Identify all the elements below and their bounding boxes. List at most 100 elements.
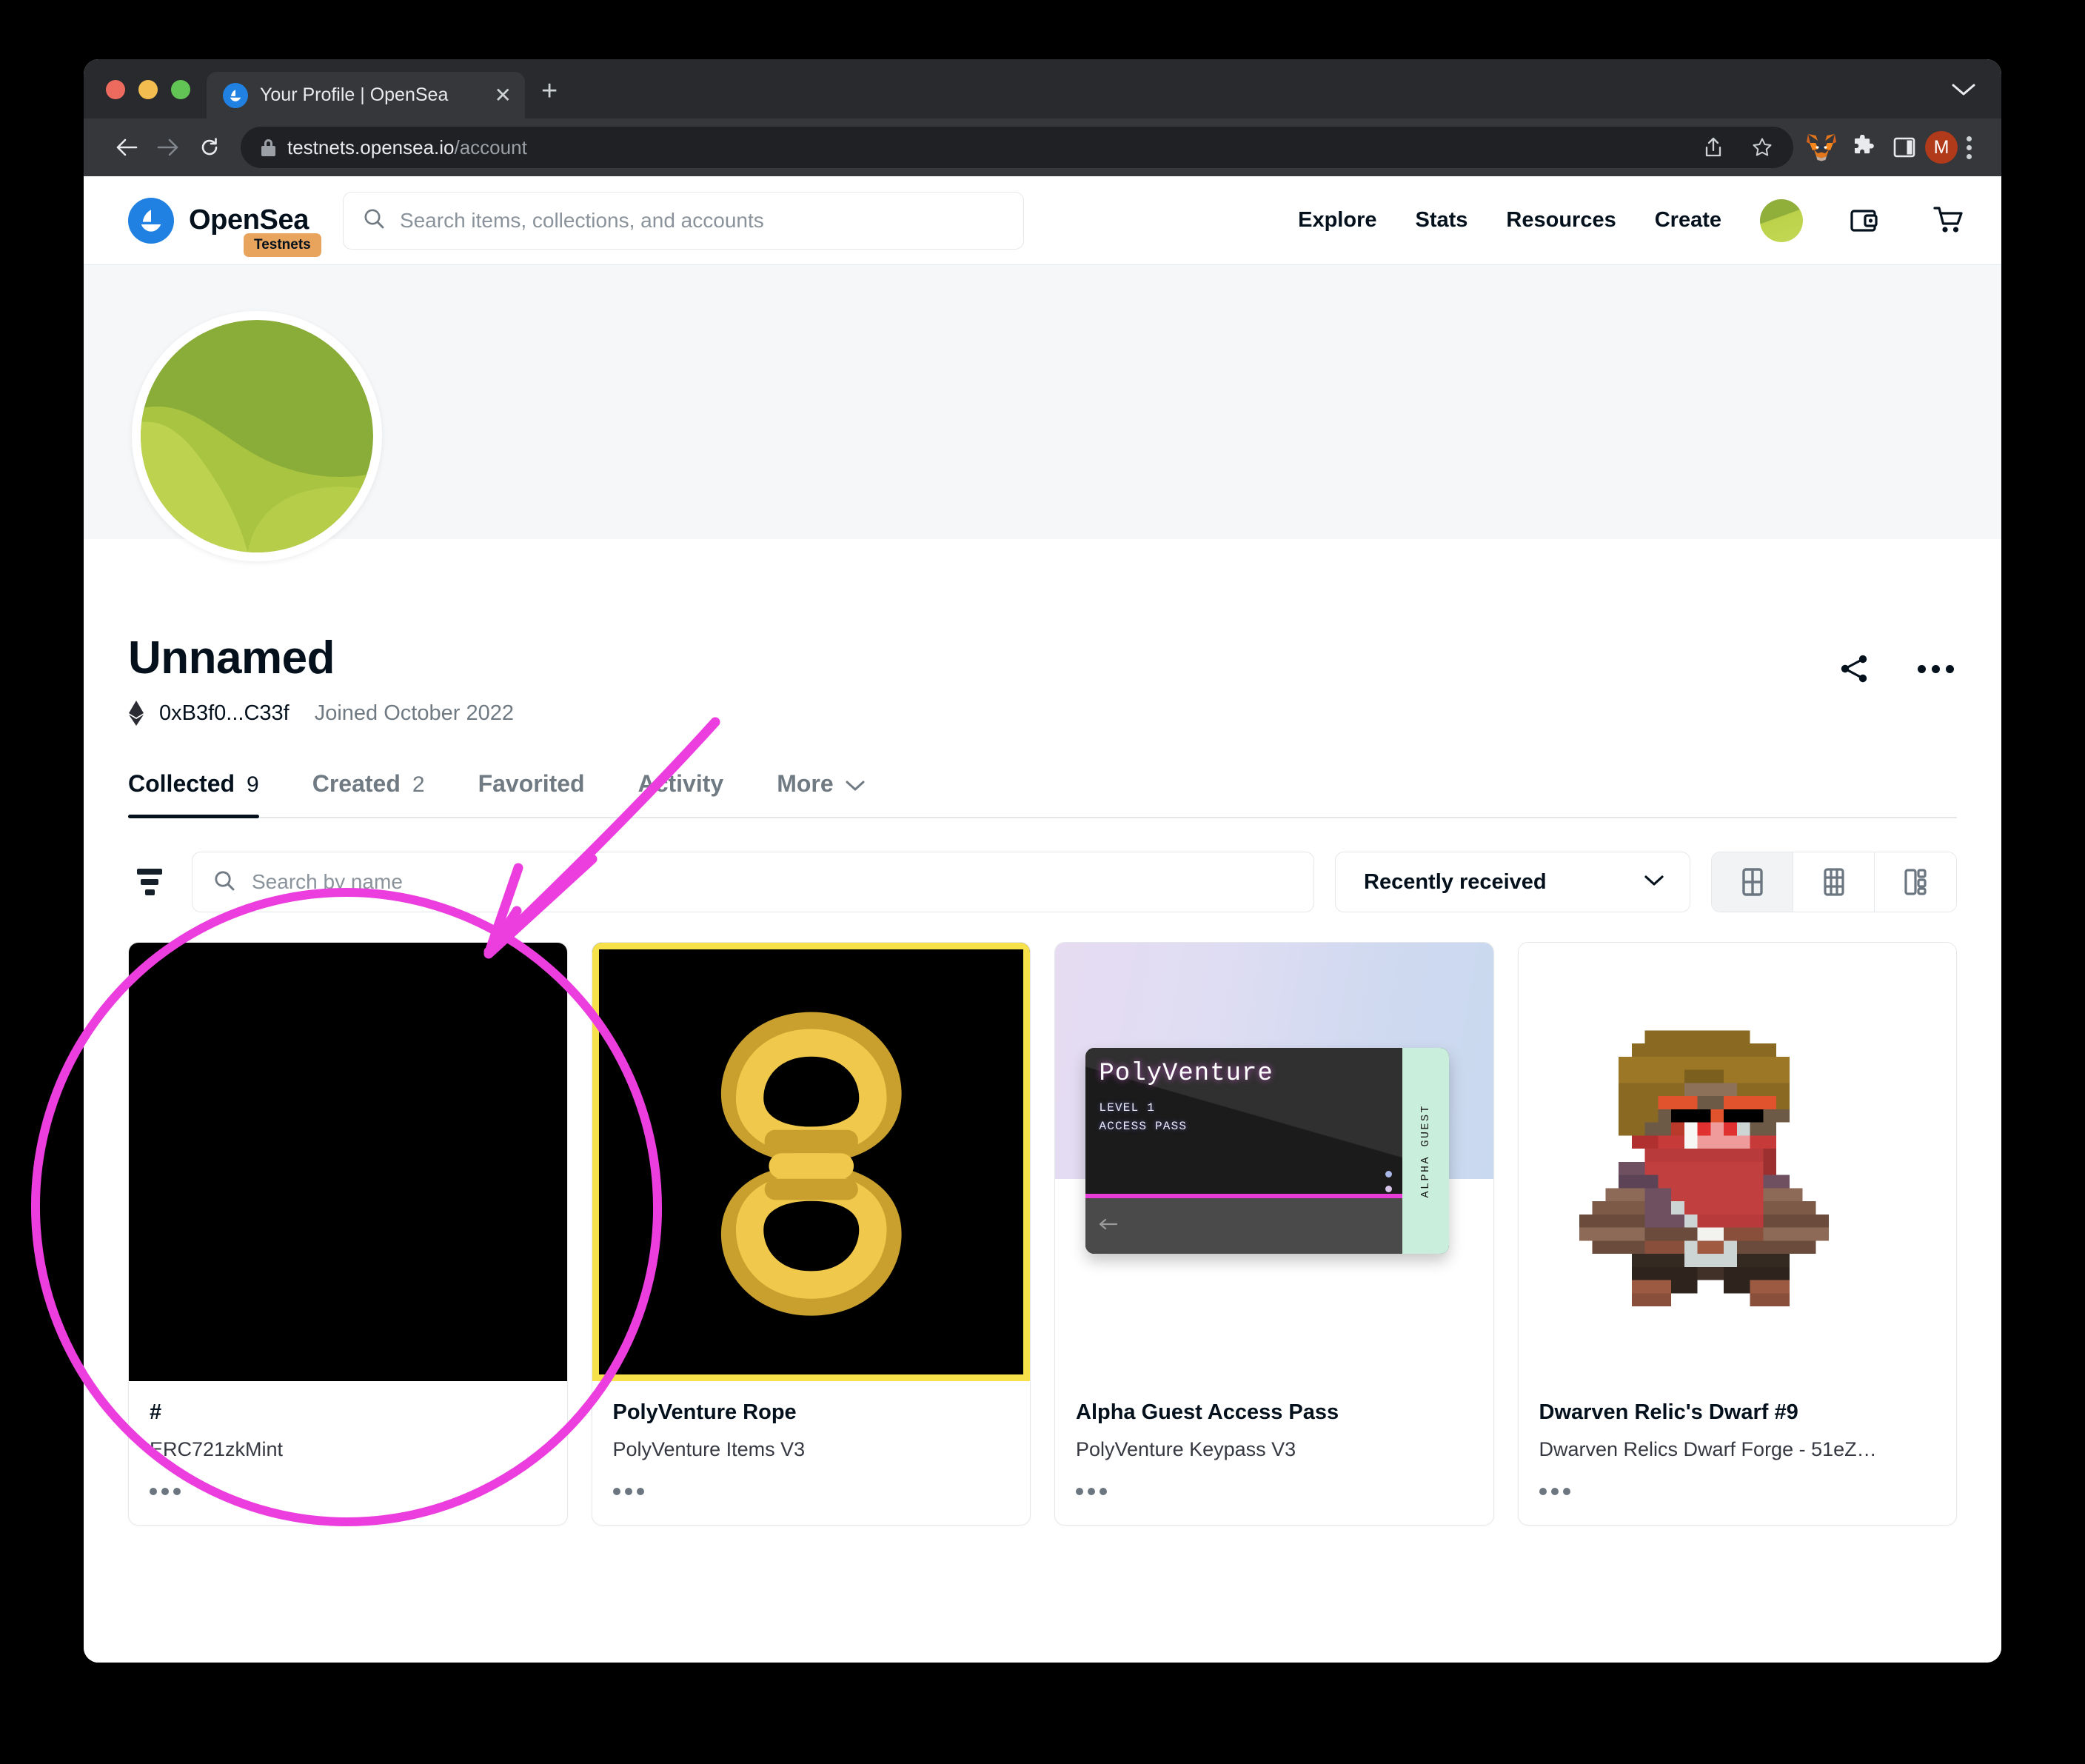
tabstrip-right (1951, 79, 2001, 118)
close-window-button[interactable] (106, 80, 125, 99)
items-search-input[interactable] (252, 870, 1293, 894)
close-icon[interactable]: ✕ (495, 85, 512, 106)
nav-link-stats[interactable]: Stats (1415, 208, 1467, 233)
tab-more[interactable]: More (777, 770, 864, 817)
sort-dropdown[interactable]: Recently received (1335, 852, 1690, 912)
nav-link-explore[interactable]: Explore (1298, 208, 1376, 233)
profile-meta: 0xB3f0...C33f Joined October 2022 (128, 701, 1957, 726)
url-path: /account (455, 136, 527, 158)
items-toolbar: Recently received (128, 852, 1957, 912)
wallet-address[interactable]: 0xB3f0...C33f (159, 701, 290, 726)
nft-media-access-pass: PolyVenture LEVEL 1 ACCESS PASS (1055, 943, 1493, 1381)
opensea-boat-icon (223, 83, 248, 108)
site-nav: Explore Stats Resources Create (1298, 198, 1972, 244)
card-more-icon[interactable] (1076, 1488, 1473, 1495)
profile-avatar-icon[interactable] (132, 311, 382, 561)
grid-2x2-icon[interactable] (1712, 852, 1793, 912)
arrow-left-icon (1099, 1218, 1118, 1234)
tab-activity-label: Activity (638, 770, 724, 798)
address-bar[interactable]: testnets.opensea.io/account (241, 127, 1793, 168)
rope-artwork (599, 949, 1024, 1374)
browser-tab[interactable]: Your Profile | OpenSea ✕ (207, 72, 525, 118)
nav-link-create[interactable]: Create (1655, 208, 1721, 233)
nav-link-resources[interactable]: Resources (1506, 208, 1616, 233)
maximize-window-button[interactable] (171, 80, 190, 99)
omnibox-actions (1694, 128, 1781, 167)
new-tab-button[interactable]: + (541, 77, 558, 105)
ethereum-icon (128, 701, 144, 726)
metamask-fox-icon[interactable] (1801, 127, 1842, 168)
puzzle-piece-icon[interactable] (1842, 127, 1884, 168)
lock-icon (261, 139, 275, 156)
pass-body: PolyVenture LEVEL 1 ACCESS PASS (1085, 1048, 1402, 1194)
pass-side-label: ALPHA GUEST (1402, 1048, 1450, 1254)
chevron-down-icon[interactable] (1951, 79, 1976, 101)
opensea-boat-icon (128, 198, 174, 244)
arrow-right-icon[interactable] (147, 127, 189, 168)
tab-more-label: More (777, 770, 833, 798)
card-more-icon[interactable] (150, 1488, 546, 1495)
testnets-badge: Testnets (244, 233, 321, 257)
account-avatar-icon[interactable] (1760, 199, 1803, 242)
profile-info: Unnamed 0xB3f0...C33f Joined October 202… (84, 539, 2001, 726)
dwarf-pixel-art (1579, 1004, 1895, 1320)
browser-profile-avatar[interactable]: M (1925, 131, 1958, 164)
pass-brand: PolyVenture (1099, 1060, 1402, 1088)
share-upload-icon[interactable] (1694, 128, 1733, 167)
arrow-left-icon[interactable] (106, 127, 147, 168)
nft-footer (1519, 1469, 1957, 1525)
nft-card[interactable]: PolyVenture LEVEL 1 ACCESS PASS (1054, 942, 1494, 1526)
site-logo[interactable]: OpenSea Testnets (128, 198, 309, 244)
three-dot-menu-icon[interactable] (1958, 136, 1981, 159)
nft-title: PolyVenture Rope (613, 1400, 1010, 1425)
search-icon (213, 869, 235, 895)
nft-media-black (129, 943, 567, 1381)
tab-favorited-label: Favorited (478, 770, 585, 798)
card-more-icon[interactable] (1539, 1488, 1936, 1495)
star-icon[interactable] (1743, 128, 1781, 167)
profile-actions (1834, 649, 1955, 689)
pass-main: PolyVenture LEVEL 1 ACCESS PASS (1085, 1048, 1402, 1254)
more-options-icon[interactable] (1915, 649, 1955, 689)
grid-3x3-icon[interactable] (1793, 852, 1875, 912)
global-search-input[interactable] (400, 209, 1004, 233)
items-search-box[interactable] (192, 852, 1314, 912)
nft-footer (592, 1469, 1031, 1525)
nft-collection: ERC721zkMint (150, 1438, 546, 1461)
chevron-down-icon (1644, 874, 1664, 891)
list-view-icon[interactable] (1875, 852, 1956, 912)
nft-title: Dwarven Relic's Dwarf #9 (1539, 1400, 1936, 1425)
tab-activity[interactable]: Activity (638, 770, 724, 817)
nft-info: Dwarven Relic's Dwarf #9 Dwarven Relics … (1519, 1381, 1957, 1469)
filter-icon[interactable] (128, 861, 171, 903)
tab-title: Your Profile | OpenSea (260, 84, 483, 106)
nft-title: Alpha Guest Access Pass (1076, 1400, 1473, 1425)
nft-card[interactable]: PolyVenture Rope PolyVenture Items V3 (592, 942, 1031, 1526)
nft-collection: PolyVenture Items V3 (613, 1438, 1010, 1461)
browser-tab-strip: Your Profile | OpenSea ✕ + (84, 59, 2001, 118)
reload-icon[interactable] (189, 127, 230, 168)
pass-side-text: ALPHA GUEST (1419, 1104, 1432, 1198)
card-more-icon[interactable] (613, 1488, 1010, 1495)
minimize-window-button[interactable] (138, 80, 158, 99)
tab-collected-label: Collected (128, 770, 235, 798)
tab-created[interactable]: Created 2 (312, 770, 425, 817)
shopping-cart-icon[interactable] (1926, 198, 1972, 244)
share-icon[interactable] (1834, 649, 1874, 689)
url-text: testnets.opensea.io/account (287, 136, 527, 159)
side-panel-icon[interactable] (1884, 127, 1925, 168)
nft-card[interactable]: Dwarven Relic's Dwarf #9 Dwarven Relics … (1518, 942, 1958, 1526)
pass-level-line: LEVEL 1 (1099, 1100, 1402, 1117)
global-search-box[interactable] (343, 192, 1024, 250)
tab-collected[interactable]: Collected 9 (128, 770, 259, 817)
nft-card[interactable]: # ERC721zkMint (128, 942, 568, 1526)
profile-tabs: Collected 9 Created 2 Favorited Activity… (128, 770, 1957, 818)
nft-media-dwarf (1519, 943, 1957, 1381)
pass-access-line: ACCESS PASS (1099, 1118, 1402, 1135)
tab-favorited[interactable]: Favorited (478, 770, 585, 817)
pass-indicator-dots (1385, 1171, 1392, 1192)
window-controls (84, 80, 207, 118)
wallet-icon[interactable] (1841, 198, 1887, 244)
view-toggle-group (1711, 852, 1957, 912)
page-title: Unnamed (128, 632, 1957, 684)
